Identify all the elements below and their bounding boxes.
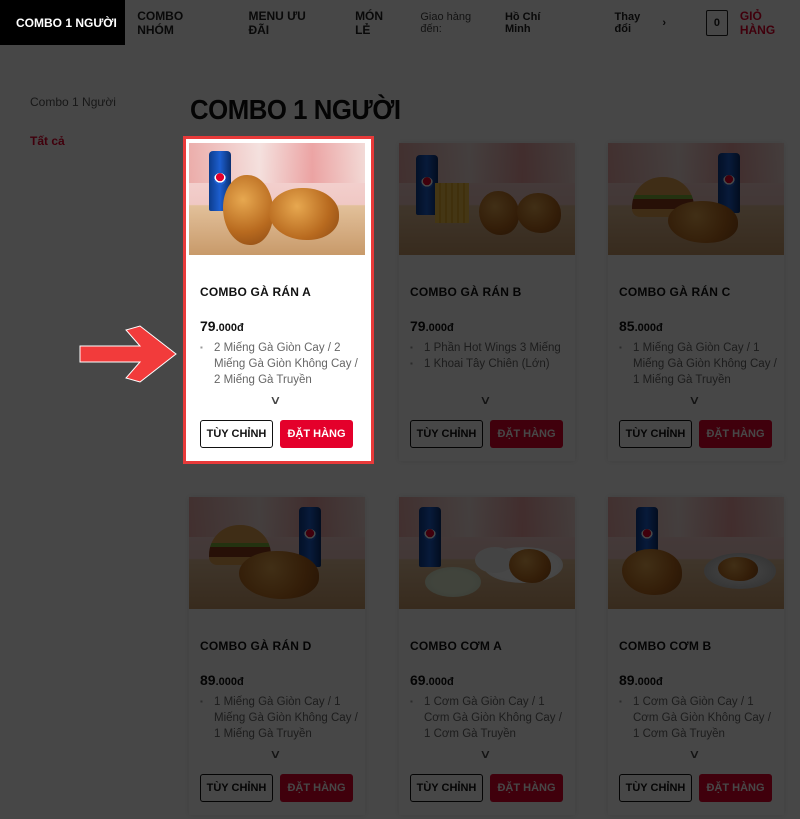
chevron-down-icon[interactable]: ∨ bbox=[688, 747, 700, 761]
product-card: COMBO GÀ RÁN B 79.000đ 1 Phần Hot Wings … bbox=[399, 143, 575, 461]
product-description: 1 Phần Hot Wings 3 Miếng1 Khoai Tây Chiê… bbox=[410, 340, 568, 372]
chevron-down-icon[interactable]: ∨ bbox=[269, 393, 281, 407]
customize-button[interactable]: TÙY CHỈNH bbox=[619, 420, 692, 448]
cart-count: 0 bbox=[713, 16, 720, 29]
product-price: 89.000đ bbox=[619, 672, 663, 688]
product-price: 85.000đ bbox=[619, 318, 663, 334]
nav-active-label[interactable]: COMBO 1 NGƯỜI bbox=[16, 16, 117, 30]
product-image bbox=[399, 497, 575, 609]
chevron-right-icon: › bbox=[662, 16, 667, 29]
product-price: 69.000đ bbox=[410, 672, 454, 688]
product-name: COMBO CƠM A bbox=[410, 639, 502, 653]
cart-icon[interactable]: 0 bbox=[706, 9, 728, 36]
nav-mon-le[interactable]: MÓN LẺ bbox=[342, 9, 414, 37]
deliver-label: Giao hàng đến: bbox=[420, 10, 472, 35]
order-button[interactable]: ĐẶT HÀNG bbox=[699, 774, 772, 802]
chevron-down-icon[interactable]: ∨ bbox=[688, 393, 700, 407]
product-name: COMBO GÀ RÁN B bbox=[410, 285, 522, 299]
product-name: COMBO CƠM B bbox=[619, 639, 712, 653]
customize-button[interactable]: TÙY CHỈNH bbox=[200, 420, 273, 448]
sidebar-item-all[interactable]: Tất cả bbox=[30, 134, 65, 148]
change-location-link[interactable]: Thay đổi › bbox=[615, 11, 666, 35]
order-button[interactable]: ĐẶT HÀNG bbox=[280, 420, 353, 448]
chevron-down-icon[interactable]: ∨ bbox=[269, 747, 281, 761]
sidebar-category-title[interactable]: Combo 1 Người bbox=[30, 95, 116, 109]
customize-button[interactable]: TÙY CHỈNH bbox=[410, 774, 483, 802]
product-card: COMBO CƠM B 89.000đ 1 Cơm Gà Giòn Cay / … bbox=[608, 497, 784, 815]
product-image bbox=[608, 497, 784, 609]
order-button[interactable]: ĐẶT HÀNG bbox=[699, 420, 772, 448]
product-description: 2 Miếng Gà Giòn Cay / 2 Miếng Gà Giòn Kh… bbox=[200, 340, 358, 388]
product-description: 1 Miếng Gà Giòn Cay / 1 Miếng Gà Giòn Kh… bbox=[619, 340, 777, 388]
customize-button[interactable]: TÙY CHỈNH bbox=[619, 774, 692, 802]
delivery-city: Hồ Chí Minh bbox=[504, 10, 541, 35]
order-button[interactable]: ĐẶT HÀNG bbox=[490, 420, 563, 448]
product-name: COMBO GÀ RÁN A bbox=[200, 285, 312, 299]
product-image bbox=[189, 143, 365, 255]
order-button[interactable]: ĐẶT HÀNG bbox=[490, 774, 563, 802]
product-description: 1 Cơm Gà Giòn Cay / 1 Cơm Gà Giòn Không … bbox=[619, 694, 777, 742]
product-name: COMBO GÀ RÁN C bbox=[619, 285, 731, 299]
customize-button[interactable]: TÙY CHỈNH bbox=[410, 420, 483, 448]
product-card: COMBO GÀ RÁN D 89.000đ 1 Miếng Gà Giòn C… bbox=[189, 497, 365, 815]
change-label: Thay đổi bbox=[614, 10, 641, 35]
product-image bbox=[189, 497, 365, 609]
customize-button[interactable]: TÙY CHỈNH bbox=[200, 774, 273, 802]
product-price: 89.000đ bbox=[200, 672, 244, 688]
nav-combo-nhom[interactable]: COMBO NHÓM bbox=[124, 9, 235, 37]
product-description: 1 Cơm Gà Giòn Cay / 1 Cơm Gà Giòn Không … bbox=[410, 694, 568, 742]
product-description: 1 Miếng Gà Giòn Cay / 1 Miếng Gà Giòn Kh… bbox=[200, 694, 358, 742]
product-card-highlighted: COMBO GÀ RÁN A 79.000đ 2 Miếng Gà Giòn C… bbox=[189, 143, 365, 461]
product-name: COMBO GÀ RÁN D bbox=[200, 639, 312, 653]
product-card: COMBO CƠM A 69.000đ 1 Cơm Gà Giòn Cay / … bbox=[399, 497, 575, 815]
arrow-right-icon bbox=[79, 325, 177, 383]
chevron-down-icon[interactable]: ∨ bbox=[479, 747, 491, 761]
cart-link[interactable]: GIỎ HÀNG bbox=[740, 9, 800, 37]
product-image bbox=[608, 143, 784, 255]
chevron-down-icon[interactable]: ∨ bbox=[479, 393, 491, 407]
product-price: 79.000đ bbox=[410, 318, 454, 334]
nav-menu-uu-dai[interactable]: MENU ƯU ĐÃI bbox=[235, 9, 342, 37]
order-button[interactable]: ĐẶT HÀNG bbox=[280, 774, 353, 802]
product-card: COMBO GÀ RÁN C 85.000đ 1 Miếng Gà Giòn C… bbox=[608, 143, 784, 461]
product-price: 79.000đ bbox=[200, 318, 244, 334]
page-title: COMBO 1 NGƯỜI bbox=[190, 94, 401, 125]
product-image bbox=[399, 143, 575, 255]
